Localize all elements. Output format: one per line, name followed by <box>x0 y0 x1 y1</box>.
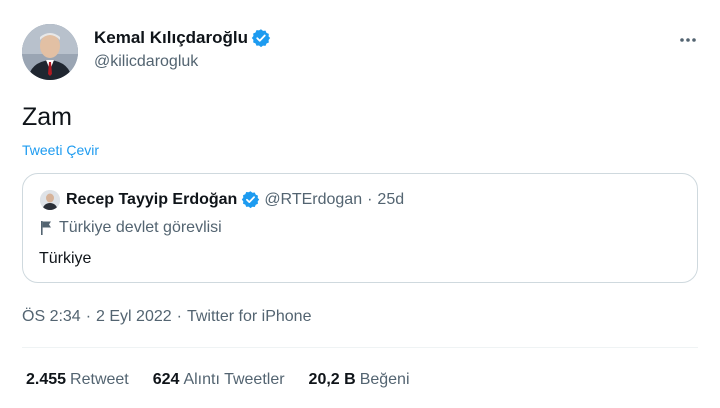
author-handle[interactable]: @kilicdarogluk <box>94 53 198 71</box>
retweet-stat[interactable]: 2.455 Retweet <box>26 371 129 389</box>
quoted-label-text: Türkiye devlet görevlisi <box>59 219 222 236</box>
quoted-handle: @RTErdogan <box>264 190 363 208</box>
flag-icon <box>39 220 53 236</box>
verified-badge-icon <box>251 28 271 48</box>
verified-badge-icon <box>241 190 260 209</box>
quoted-avatar[interactable] <box>40 190 60 210</box>
author-name-text: Kemal Kılıçdaroğlu <box>94 28 248 47</box>
more-options-icon[interactable] <box>678 30 698 50</box>
like-label: Beğeni <box>359 371 410 388</box>
tweet-source[interactable]: Twitter for iPhone <box>187 308 312 325</box>
quoted-header: Recep Tayyip Erdoğan @RTErdogan · 25d <box>66 190 404 209</box>
meta-separator: · <box>85 308 92 325</box>
tweet-text: Zam <box>22 103 72 131</box>
author-avatar[interactable] <box>22 24 78 80</box>
tweet-time[interactable]: ÖS 2:34 <box>22 308 81 325</box>
tweet-meta: ÖS 2:34 · 2 Eyl 2022 · Twitter for iPhone <box>22 308 311 326</box>
author-name[interactable]: Kemal Kılıçdaroğlu <box>94 28 271 48</box>
like-stat[interactable]: 20,2 B Beğeni <box>309 371 410 389</box>
quoted-name: Recep Tayyip Erdoğan <box>66 190 238 208</box>
meta-separator: · <box>176 308 182 325</box>
quoted-time: 25d <box>377 190 405 208</box>
quote-stat[interactable]: 624 Alıntı Tweetler <box>153 371 285 389</box>
quoted-account-label: Türkiye devlet görevlisi <box>39 219 222 237</box>
like-count: 20,2 B <box>308 371 356 388</box>
quote-count: 624 <box>152 371 180 388</box>
divider <box>22 347 698 348</box>
retweet-count: 2.455 <box>26 371 67 388</box>
tweet-stats: 2.455 Retweet 624 Alıntı Tweetler 20,2 B Be… <box>26 371 434 389</box>
quoted-text: Türkiye <box>39 250 92 267</box>
quoted-separator: · <box>367 190 373 208</box>
tweet-date[interactable]: 2 Eyl 2022 <box>96 308 172 325</box>
quote-label: Alıntı Tweetler <box>183 371 285 388</box>
retweet-label: Retweet <box>70 371 129 388</box>
translate-link[interactable]: Tweeti Çevir <box>22 142 99 158</box>
tweet: Kemal Kılıçdaroğlu @kilicdarogluk Zam Tw… <box>0 0 720 408</box>
quoted-tweet[interactable]: Recep Tayyip Erdoğan @RTErdogan · 25d Tü… <box>22 173 698 283</box>
